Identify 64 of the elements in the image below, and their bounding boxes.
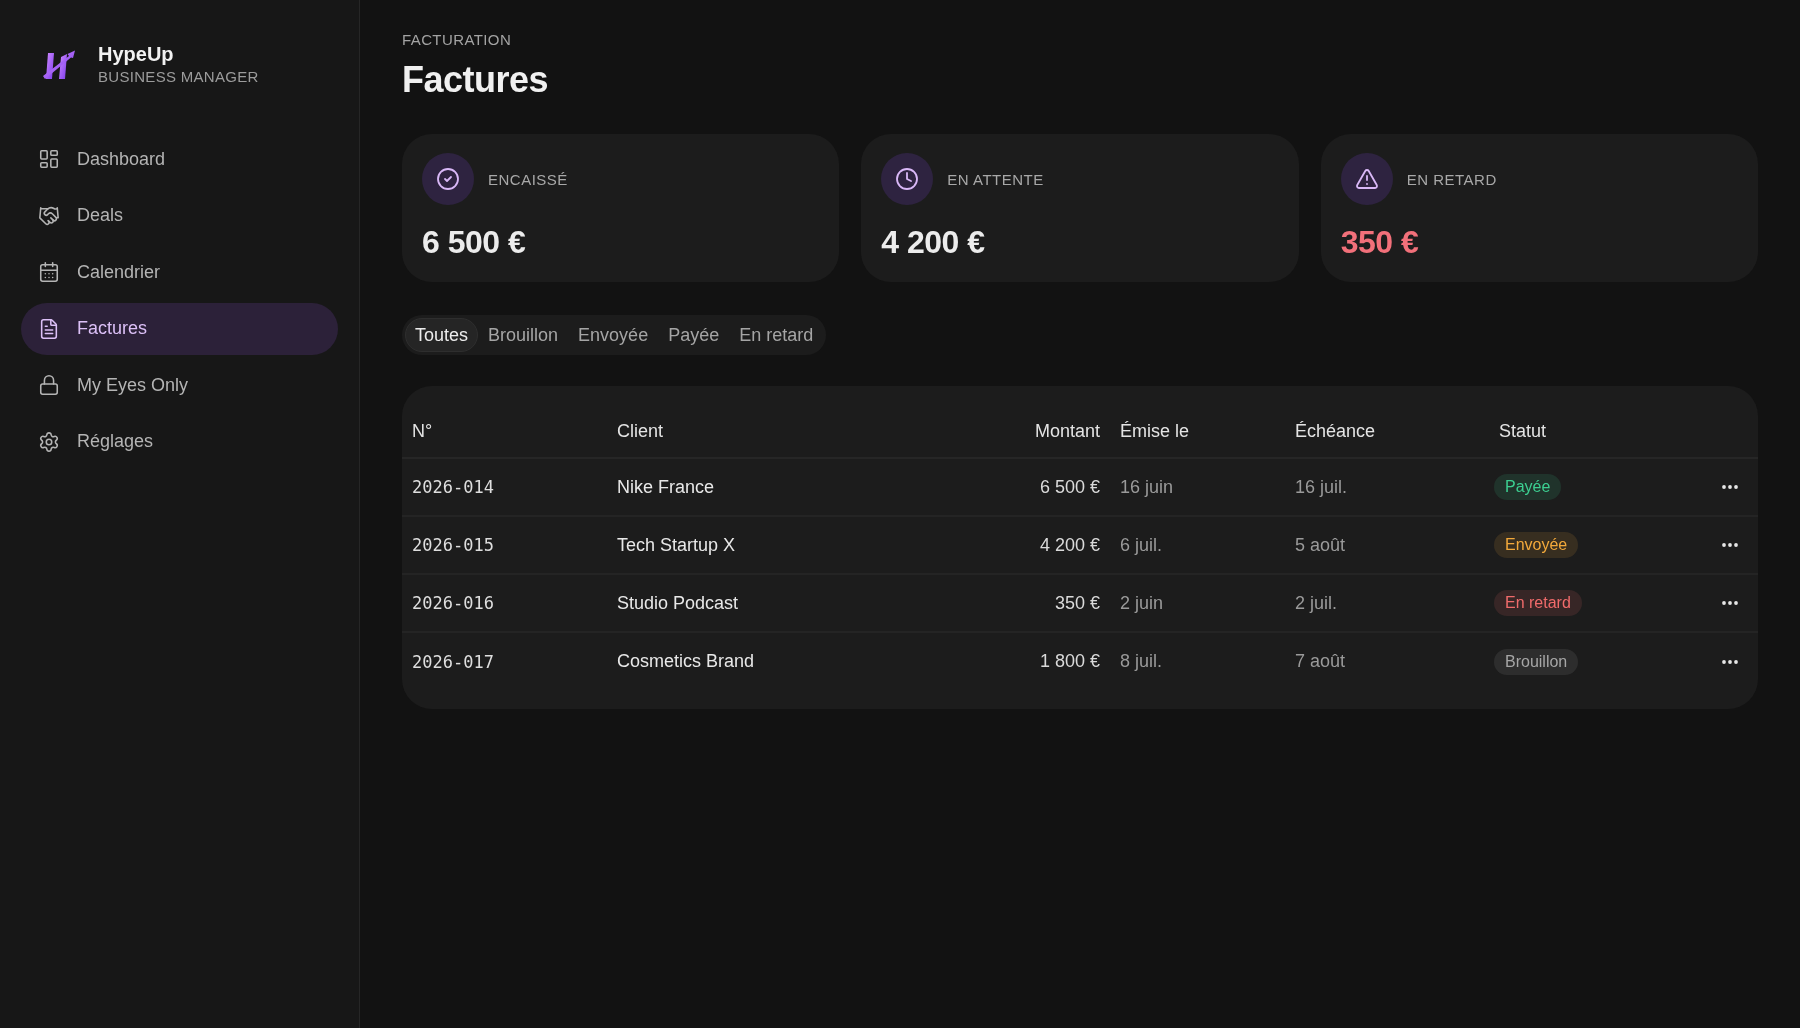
- grid-icon: [38, 148, 60, 170]
- card-value: 4 200 €: [881, 223, 985, 262]
- ellipsis-icon[interactable]: [1722, 601, 1738, 605]
- client-name: Cosmetics Brand: [617, 651, 755, 671]
- due-date: 5 août: [1295, 534, 1346, 555]
- nav-item[interactable]: Factures: [21, 302, 338, 355]
- column-header: Montant: [1034, 421, 1100, 441]
- filter-tab[interactable]: Envoyée: [568, 318, 659, 352]
- filter-tab[interactable]: Payée: [658, 318, 730, 352]
- issue-date: 6 juil.: [1120, 534, 1163, 555]
- nav-item[interactable]: My Eyes Only: [21, 359, 338, 412]
- lock-icon: [38, 374, 60, 397]
- due-date: 16 juil.: [1295, 476, 1348, 497]
- logo-icon: [42, 48, 76, 81]
- column-header: N°: [412, 421, 433, 441]
- settings-icon: [38, 430, 60, 453]
- nav-item[interactable]: Dashboard: [21, 133, 338, 185]
- brand-name: HypeUp: [98, 42, 175, 66]
- invoice-number: 2026-015: [412, 535, 494, 555]
- nav-item[interactable]: Deals: [21, 189, 338, 242]
- status-badge: En retard: [1494, 590, 1582, 616]
- invoice-number: 2026-014: [412, 477, 494, 497]
- nav-item[interactable]: Calendrier: [21, 246, 338, 299]
- card-label: ENCAISSÉ: [488, 170, 568, 188]
- amount: 4 200 €: [1039, 534, 1100, 555]
- card-label: EN ATTENTE: [947, 170, 1044, 188]
- status-badge: Brouillon: [1494, 648, 1579, 675]
- amount: 6 500 €: [1039, 476, 1100, 497]
- status-badge: Payée: [1494, 474, 1562, 500]
- ellipsis-icon[interactable]: [1722, 543, 1738, 547]
- filter-tab[interactable]: En retard: [729, 318, 824, 352]
- check-circle-icon: [422, 153, 474, 205]
- section-label: FACTURATION: [402, 31, 512, 49]
- client-name: Nike France: [617, 476, 715, 497]
- client-name: Tech Startup X: [617, 534, 736, 555]
- issue-date: 2 juin: [1120, 592, 1164, 613]
- column-header: Statut: [1499, 421, 1547, 441]
- column-header: Émise le: [1120, 421, 1190, 441]
- card-value: 6 500 €: [422, 223, 526, 262]
- column-header: Échéance: [1295, 421, 1376, 441]
- page-title: Factures: [402, 58, 549, 102]
- brand-tagline: BUSINESS MANAGER: [98, 67, 259, 87]
- ellipsis-icon[interactable]: [1722, 485, 1738, 489]
- nav-item[interactable]: Réglages: [21, 415, 338, 468]
- calendar-icon: [38, 261, 60, 284]
- client-name: Studio Podcast: [617, 592, 739, 613]
- filter-tab[interactable]: Toutes: [405, 318, 479, 352]
- status-badge: Envoyée: [1494, 532, 1579, 558]
- due-date: 7 août: [1295, 651, 1346, 671]
- invoice-number: 2026-017: [412, 651, 494, 672]
- due-date: 2 juil.: [1295, 592, 1338, 613]
- ellipsis-icon[interactable]: [1722, 659, 1738, 664]
- column-header: Client: [617, 421, 664, 441]
- card-value: 350 €: [1340, 223, 1419, 262]
- amount: 350 €: [1054, 592, 1100, 613]
- card-label: EN RETARD: [1406, 170, 1497, 188]
- issue-date: 16 juin: [1120, 476, 1174, 497]
- amount: 1 800 €: [1039, 651, 1100, 671]
- document-icon: [38, 317, 60, 340]
- clock-icon: [881, 153, 934, 205]
- filter-tab[interactable]: Brouillon: [478, 318, 569, 352]
- invoice-number: 2026-016: [412, 593, 494, 613]
- handshake-icon: [38, 204, 60, 227]
- issue-date: 8 juil.: [1120, 651, 1163, 671]
